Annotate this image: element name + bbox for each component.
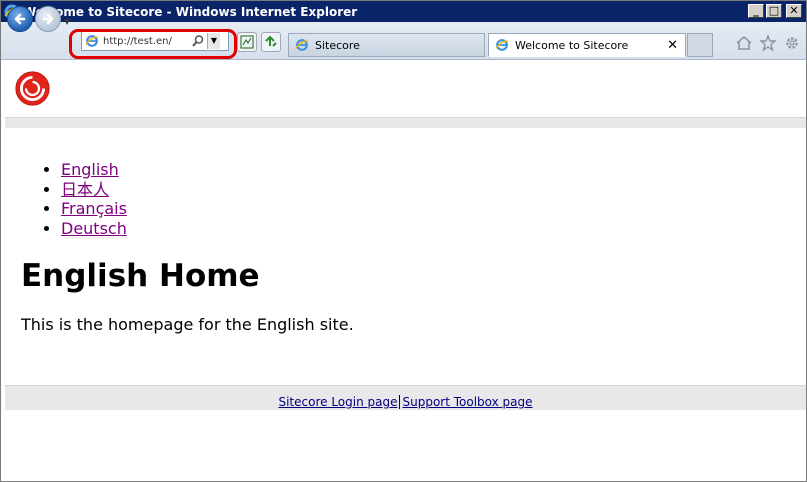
home-icon[interactable] bbox=[735, 34, 753, 52]
list-item: Français bbox=[61, 199, 790, 219]
language-link-english[interactable]: English bbox=[61, 160, 119, 179]
tab-label: Sitecore bbox=[315, 38, 360, 52]
language-link-german[interactable]: Deutsch bbox=[61, 219, 127, 238]
language-list: English 日本人 Français Deutsch bbox=[21, 160, 790, 238]
title-bar: Welcome to Sitecore - Windows Internet E… bbox=[1, 1, 806, 22]
main-content: English 日本人 Français Deutsch English Hom… bbox=[5, 160, 806, 334]
list-item: English bbox=[61, 160, 790, 180]
new-tab-button[interactable] bbox=[687, 33, 713, 57]
close-tab-icon[interactable]: ✕ bbox=[667, 38, 678, 53]
page-title: English Home bbox=[21, 258, 260, 294]
favorites-star-icon[interactable] bbox=[759, 34, 777, 52]
compatibility-icon bbox=[240, 35, 254, 49]
forward-button[interactable] bbox=[35, 6, 61, 32]
support-toolbox-link[interactable]: Support Toolbox page bbox=[402, 395, 532, 409]
footer-separator bbox=[399, 395, 401, 409]
web-page: English 日本人 Français Deutsch English Hom… bbox=[5, 60, 806, 481]
list-item: Deutsch bbox=[61, 219, 790, 239]
tab-label: Welcome to Sitecore bbox=[515, 38, 629, 52]
ie-tab-icon bbox=[295, 39, 309, 51]
window-title: Welcome to Sitecore - Windows Internet E… bbox=[23, 4, 358, 19]
compatibility-view-button[interactable] bbox=[237, 32, 257, 52]
close-window-button[interactable]: ✕ bbox=[786, 4, 802, 18]
tab-welcome-to-sitecore[interactable]: Welcome to Sitecore ✕ bbox=[488, 33, 686, 57]
forward-arrow-icon bbox=[42, 13, 54, 25]
refresh-button[interactable] bbox=[261, 32, 281, 52]
maximize-button[interactable]: □ bbox=[766, 4, 782, 18]
back-arrow-icon bbox=[14, 13, 26, 25]
intro-text: This is the homepage for the English sit… bbox=[21, 315, 354, 334]
list-item: 日本人 bbox=[61, 180, 790, 200]
header-area bbox=[5, 60, 806, 117]
browser-window: Welcome to Sitecore - Windows Internet E… bbox=[0, 0, 807, 482]
language-link-french[interactable]: Français bbox=[61, 199, 127, 218]
history-dropdown-icon[interactable]: ▼ bbox=[64, 17, 70, 26]
ie-tab-icon bbox=[495, 39, 509, 51]
address-highlight-annotation bbox=[69, 29, 237, 59]
sitecore-login-link[interactable]: Sitecore Login page bbox=[278, 395, 397, 409]
sitecore-logo-icon[interactable] bbox=[14, 70, 51, 107]
minimize-button[interactable]: _ bbox=[748, 4, 764, 18]
header-divider bbox=[5, 117, 806, 128]
refresh-icon bbox=[265, 35, 277, 47]
back-button[interactable] bbox=[7, 6, 33, 32]
footer: Sitecore Login page Support Toolbox page bbox=[5, 385, 806, 410]
tab-sitecore[interactable]: Sitecore bbox=[288, 33, 485, 57]
gear-icon[interactable] bbox=[783, 34, 801, 52]
language-link-japanese[interactable]: 日本人 bbox=[61, 180, 109, 199]
